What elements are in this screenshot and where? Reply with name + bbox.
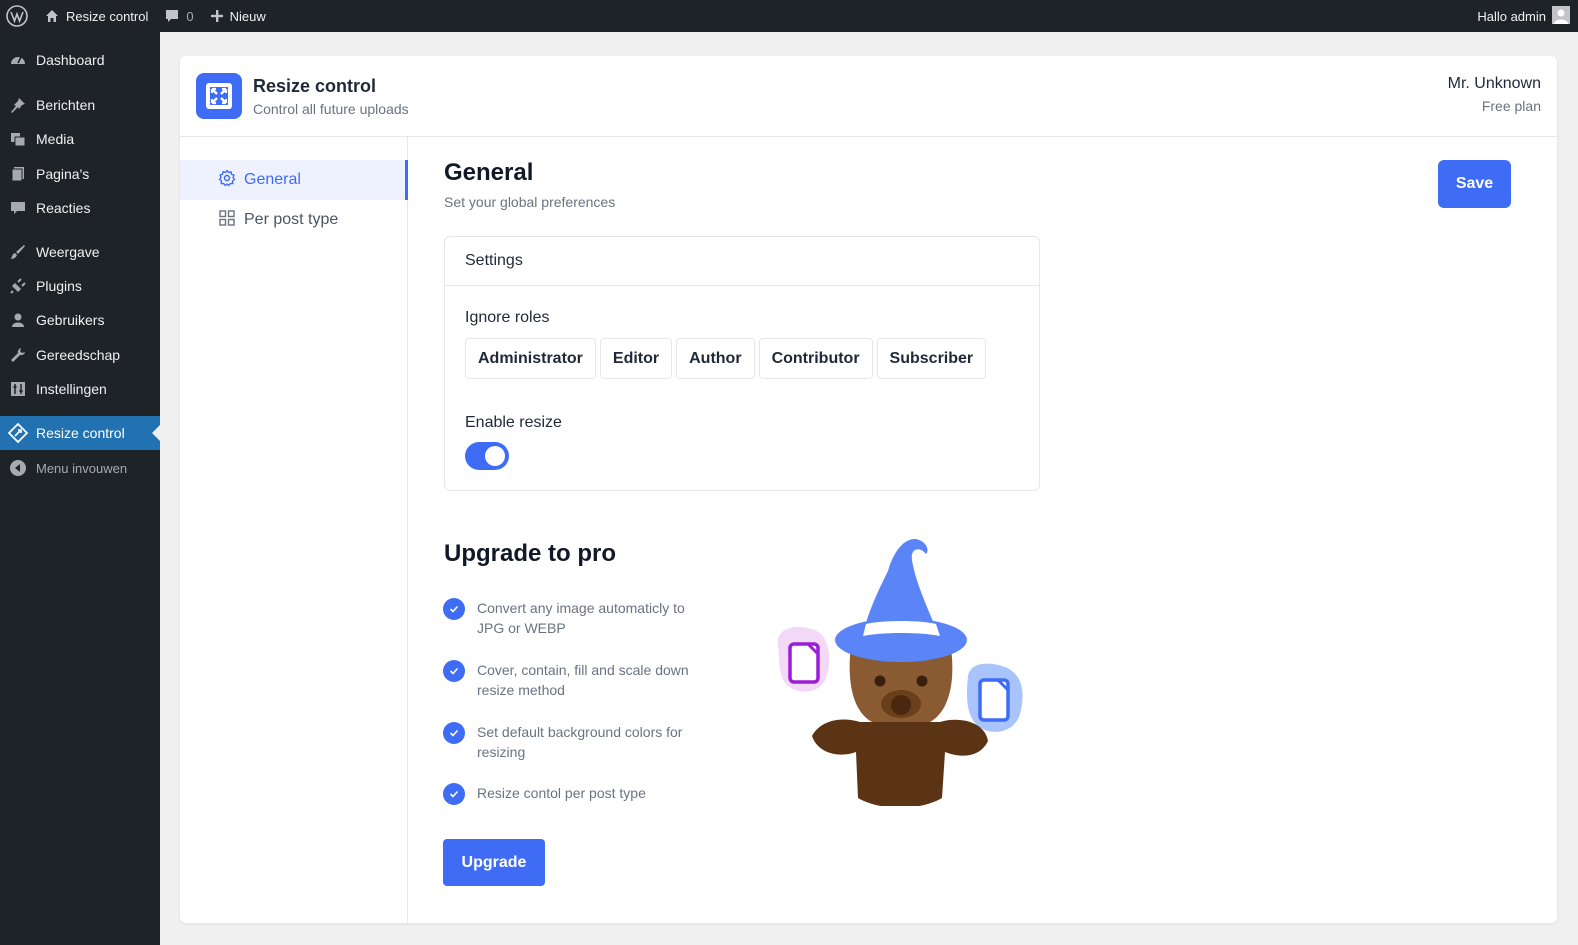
media-icon [0,130,36,148]
menu-label: Reacties [36,200,91,216]
admin-bar: Resize control 0 Nieuw Hallo admin [0,0,1578,32]
menu-item-reacties[interactable]: Reacties [0,191,160,225]
plugin-icon [0,277,36,295]
home-icon [44,8,60,24]
subnav-label: Per post type [244,211,339,228]
role-author-button[interactable]: Author [676,338,755,379]
menu-label: Media [36,131,75,147]
feature-item: Set default background colors for resizi… [443,722,723,762]
menu-label: Berichten [36,97,96,113]
comments-count: 0 [186,8,194,24]
menu-item-media[interactable]: Media [0,122,160,156]
wizard-illustration [770,536,1030,808]
section-title: General [444,159,534,186]
plugin-panel: Resize control Control all future upload… [180,56,1557,923]
menu-label: Menu invouwen [36,460,128,476]
collapse-icon [0,459,36,477]
user-name: Mr. Unknown [1447,75,1541,92]
subnav-general[interactable]: General [180,160,408,200]
menu-item-berichten[interactable]: Berichten [0,88,160,122]
save-button[interactable]: Save [1438,160,1511,208]
subnav-per-post-type[interactable]: Per post type [180,200,408,240]
menu-label: Gebruikers [36,312,105,328]
enable-resize-label: Enable resize [465,414,562,431]
greeting: Hallo admin [1477,8,1546,24]
menu-item-gebruikers[interactable]: Gebruikers [0,303,160,337]
menu-item-instellingen[interactable]: Instellingen [0,372,160,406]
menu-label: Instellingen [36,381,107,397]
feature-item: Convert any image automaticly to JPG or … [443,598,723,638]
menu-label: Dashboard [36,52,105,68]
dashboard-icon [0,51,36,69]
wordpress-logo-icon[interactable] [0,0,36,32]
role-subscriber-button[interactable]: Subscriber [876,338,987,379]
check-icon [443,722,465,744]
settings-header: Settings [445,237,1039,286]
role-administrator-button[interactable]: Administrator [465,338,596,379]
comments-link[interactable]: 0 [156,0,201,32]
user-plan: Free plan [1481,98,1541,114]
plugin-header: Resize control Control all future upload… [180,56,1557,137]
plugin-logo [196,73,242,119]
menu-label: Resize control [36,425,125,441]
app-title: Resize control [253,76,377,96]
pages-icon [0,165,36,183]
gear-icon [218,169,244,192]
upgrade-title: Upgrade to pro [444,540,616,567]
ignore-roles-label: Ignore roles [465,309,550,326]
grid-icon [218,209,244,232]
settings-icon [0,380,36,398]
new-label: Nieuw [229,8,266,24]
subnav-label: General [244,171,301,188]
plus-icon [210,9,224,23]
feature-item: Cover, contain, fill and scale down resi… [443,660,723,700]
site-name: Resize control [66,8,149,24]
user-icon [0,311,36,329]
role-editor-button[interactable]: Editor [599,338,673,379]
menu-label: Pagina's [36,166,90,182]
menu-item-weergave[interactable]: Weergave [0,235,160,269]
resize-icon [0,423,36,443]
ignore-roles-group: Administrator Editor Author Contributor … [465,338,987,379]
new-content-link[interactable]: Nieuw [202,0,274,32]
settings-panel: Settings Ignore roles Administrator Edit… [444,236,1040,491]
menu-label: Gereedschap [36,347,121,363]
menu-item-gereedschap[interactable]: Gereedschap [0,338,160,372]
menu-item-resize-control[interactable]: Resize control [0,416,160,450]
my-account[interactable]: Hallo admin [1477,0,1570,32]
menu-item-plugins[interactable]: Plugins [0,269,160,303]
app-subtitle: Control all future uploads [253,101,409,117]
brush-icon [0,243,36,261]
comment-bubble-icon [164,8,180,24]
comments-icon [0,199,36,217]
avatar [1552,5,1570,27]
pin-icon [0,96,36,114]
role-contributor-button[interactable]: Contributor [758,338,873,379]
feature-text: Resize contol per post type [477,785,646,801]
menu-item-dashboard[interactable]: Dashboard [0,43,160,77]
feature-item: Resize contol per post type [443,783,723,805]
toggle-knob [485,446,505,466]
menu-collapse[interactable]: Menu invouwen [0,451,160,485]
menu-label: Weergave [36,244,100,260]
wrench-icon [0,346,36,364]
check-icon [443,783,465,805]
enable-resize-toggle[interactable] [465,442,509,470]
menu-label: Plugins [36,278,82,294]
feature-text: Set default background colors for resizi… [477,724,683,760]
admin-menu: Dashboard Berichten Media Pagina's React… [0,32,160,945]
feature-text: Cover, contain, fill and scale down resi… [477,662,689,698]
check-icon [443,660,465,682]
settings-subnav: General Per post type [180,137,408,923]
feature-text: Convert any image automaticly to JPG or … [477,600,685,636]
upgrade-button[interactable]: Upgrade [443,839,545,886]
menu-item-paginas[interactable]: Pagina's [0,157,160,191]
section-subtitle: Set your global preferences [444,194,616,210]
site-name-link[interactable]: Resize control [36,0,156,32]
check-icon [443,598,465,620]
